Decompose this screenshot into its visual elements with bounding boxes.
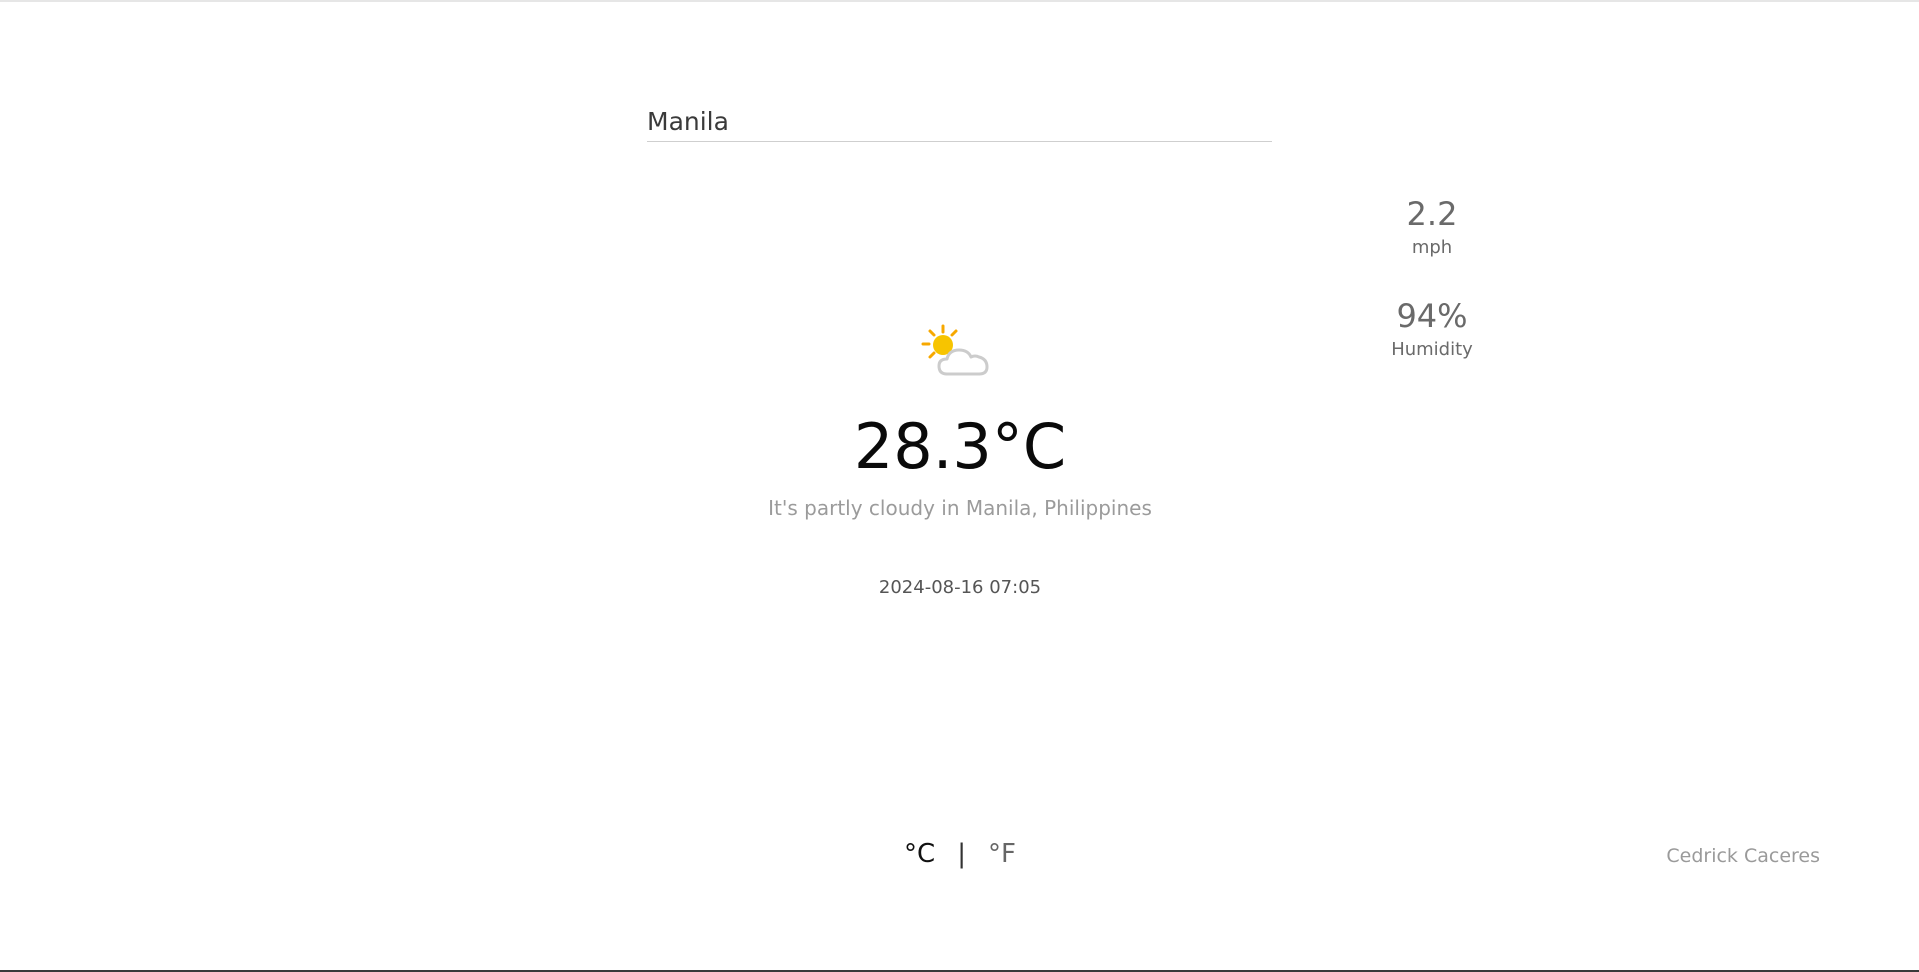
celsius-button[interactable]: °C (898, 839, 941, 869)
city-search-input[interactable] (647, 103, 1272, 139)
unit-separator: | (957, 839, 966, 869)
unit-toggle: °C | °F (880, 836, 1040, 872)
wind-speed-value: 2.2 (1406, 195, 1458, 233)
temperature-reading: 28.3°C (853, 410, 1067, 483)
wind-stat: 2.2 mph (1352, 196, 1512, 260)
humidity-value: 94% (1396, 297, 1468, 335)
top-divider (0, 0, 1919, 2)
humidity-stat: 94% Humidity (1352, 298, 1512, 362)
wind-speed-unit: mph (1411, 237, 1453, 258)
local-datetime: 2024-08-16 07:05 (878, 577, 1042, 598)
partly-cloudy-icon (921, 324, 995, 382)
fahrenheit-button[interactable]: °F (982, 839, 1022, 869)
author-credit: Cedrick Caceres (1666, 845, 1820, 867)
weather-description: It's partly cloudy in Manila, Philippine… (768, 496, 1152, 520)
search-field[interactable] (647, 103, 1272, 142)
humidity-label: Humidity (1391, 339, 1473, 360)
